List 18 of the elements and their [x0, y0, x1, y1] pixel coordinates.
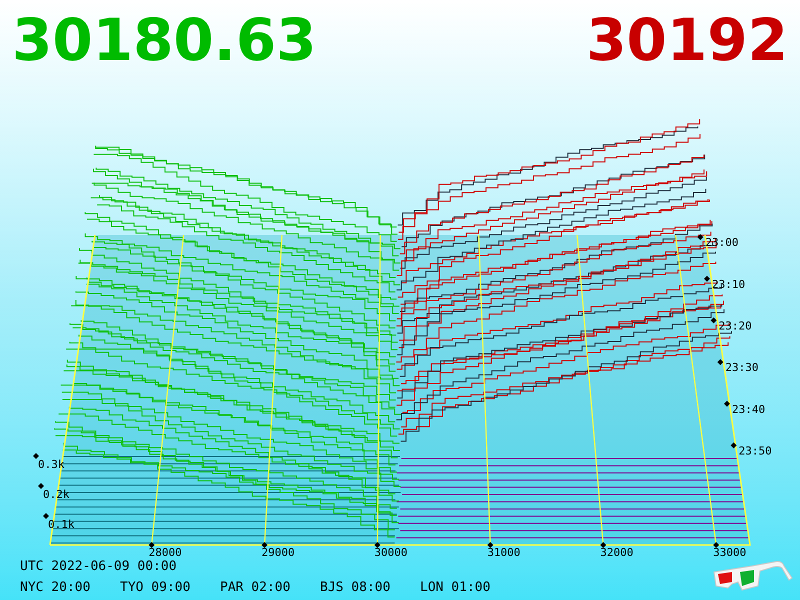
city-time: LON 01:00 — [420, 579, 492, 597]
ask-price: 30192 — [586, 5, 788, 76]
city-time: NYC 20:00 — [20, 579, 92, 597]
price-tick-label: 30000 — [374, 546, 408, 559]
price-tick-label: 31000 — [487, 546, 520, 559]
city-time: TYO 09:00 — [120, 579, 192, 597]
city-time: BJS 08:00 — [320, 579, 392, 597]
time-tick-label: 23:20 — [718, 319, 752, 332]
price-tick-label: 28000 — [148, 546, 182, 559]
time-tick-label: 23:40 — [732, 402, 766, 416]
utc-time: UTC 2022-06-09 00:00 — [20, 558, 178, 576]
price-tick-label: 29000 — [262, 546, 295, 559]
price-tick-label: 33000 — [713, 546, 746, 559]
time-tick-label: 23:30 — [725, 361, 758, 374]
time-tick-label: 23:50 — [738, 444, 772, 458]
price-tick-label: 32000 — [600, 546, 634, 559]
city-time: PAR 02:00 — [220, 579, 292, 597]
bid-price: 30180.63 — [12, 5, 317, 76]
